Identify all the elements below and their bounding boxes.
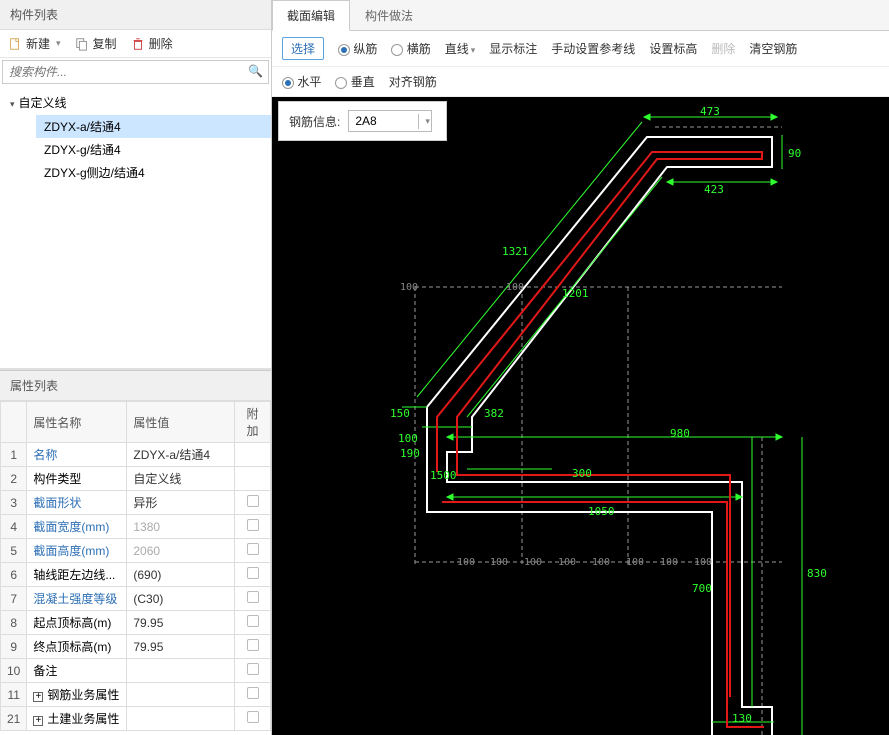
search-input[interactable] — [2, 60, 269, 84]
panel-title-props: 属性列表 — [0, 371, 271, 401]
dim-label: 1050 — [588, 505, 615, 518]
check-icon[interactable] — [247, 543, 259, 555]
property-row[interactable]: 6轴线距左边线...(690) — [1, 563, 271, 587]
panel-title-components: 构件列表 — [0, 0, 271, 30]
clear-rebar-button[interactable]: 清空钢筋 — [749, 40, 797, 57]
cad-drawing — [272, 97, 889, 735]
dim-label: 100 — [398, 432, 418, 445]
check-icon[interactable] — [247, 519, 259, 531]
check-icon[interactable] — [247, 639, 259, 651]
property-table: 属性名称 属性值 附加 1名称ZDYX-a/结通42构件类型自定义线3截面形状异… — [0, 401, 271, 731]
dim-label: 423 — [704, 183, 724, 196]
component-tree: 自定义线 ZDYX-a/结通4 ZDYX-g/结通4 ZDYX-g侧边/结通4 — [0, 86, 271, 188]
copy-button[interactable]: 复制 — [75, 35, 117, 52]
tab-section-edit[interactable]: 截面编辑 — [272, 0, 350, 31]
cad-canvas[interactable]: 钢筋信息: ▾ — [272, 97, 889, 735]
line-button[interactable]: 直线 — [445, 40, 476, 57]
dim-label: 700 — [692, 582, 712, 595]
copy-label: 复制 — [93, 35, 117, 52]
grid-label: 100 — [506, 282, 524, 293]
property-row[interactable]: 10备注 — [1, 659, 271, 683]
check-icon[interactable] — [247, 711, 259, 723]
new-doc-icon — [8, 37, 22, 51]
check-icon[interactable] — [247, 567, 259, 579]
labels-button[interactable]: 显示标注 — [489, 40, 537, 57]
delete-icon — [131, 37, 145, 51]
delete-rebar-button: 删除 — [711, 40, 735, 57]
dim-label: 1321 — [502, 245, 529, 258]
check-icon[interactable] — [247, 663, 259, 675]
grid-label: 100 — [400, 282, 418, 293]
grid-label: 100 — [592, 557, 610, 568]
grid-label: 100 — [490, 557, 508, 568]
property-row[interactable]: 8起点顶标高(m)79.95 — [1, 611, 271, 635]
dim-label: 150 — [390, 407, 410, 420]
check-icon[interactable] — [247, 591, 259, 603]
copy-icon — [75, 37, 89, 51]
property-row[interactable]: 7混凝土强度等级(C30) — [1, 587, 271, 611]
rebar-info-dropdown-icon[interactable]: ▾ — [418, 114, 436, 129]
check-icon[interactable] — [247, 687, 259, 699]
dim-label: 382 — [484, 407, 504, 420]
select-button[interactable]: 选择 — [282, 37, 324, 60]
grid-label: 100 — [694, 557, 712, 568]
dim-label: 130 — [732, 712, 752, 725]
dim-label: 1500 — [430, 469, 457, 482]
property-row[interactable]: 5截面高度(mm)2060 — [1, 539, 271, 563]
tree-item[interactable]: ZDYX-a/结通4 — [36, 115, 271, 138]
radio-hbar[interactable]: 横筋 — [391, 40, 430, 57]
col-extra: 附加 — [235, 402, 271, 443]
col-name: 属性名称 — [27, 402, 127, 443]
search-icon[interactable]: 🔍 — [248, 64, 263, 78]
dim-label: 190 — [400, 447, 420, 460]
tree-root[interactable]: 自定义线 — [0, 90, 271, 115]
set-height-button[interactable]: 设置标高 — [649, 40, 697, 57]
property-row[interactable]: 4截面宽度(mm)1380 — [1, 515, 271, 539]
dim-label: 1201 — [562, 287, 589, 300]
dim-label: 980 — [670, 427, 690, 440]
dim-label: 830 — [807, 567, 827, 580]
dim-label: 473 — [700, 105, 720, 118]
check-icon[interactable] — [247, 615, 259, 627]
property-row[interactable]: 21+土建业务属性 — [1, 707, 271, 731]
property-row[interactable]: 11+钢筋业务属性 — [1, 683, 271, 707]
radio-vert[interactable]: 垂直 — [335, 73, 374, 90]
align-rebar-button[interactable]: 对齐钢筋 — [389, 73, 437, 90]
dim-label: 300 — [572, 467, 592, 480]
tree-item[interactable]: ZDYX-g/结通4 — [36, 138, 271, 161]
delete-label: 删除 — [149, 35, 173, 52]
rebar-info-label: 钢筋信息: — [289, 113, 340, 130]
tree-item[interactable]: ZDYX-g侧边/结通4 — [36, 161, 271, 184]
col-value: 属性值 — [127, 402, 235, 443]
grid-label: 100 — [626, 557, 644, 568]
grid-label: 100 — [524, 557, 542, 568]
property-row[interactable]: 2构件类型自定义线 — [1, 467, 271, 491]
radio-horiz[interactable]: 水平 — [282, 73, 321, 90]
property-row[interactable]: 1名称ZDYX-a/结通4 — [1, 443, 271, 467]
grid-label: 100 — [558, 557, 576, 568]
property-row[interactable]: 9终点顶标高(m)79.95 — [1, 635, 271, 659]
property-row[interactable]: 3截面形状异形 — [1, 491, 271, 515]
check-icon[interactable] — [247, 495, 259, 507]
new-label: 新建 — [26, 35, 50, 52]
manual-ref-button[interactable]: 手动设置参考线 — [551, 40, 635, 57]
new-button[interactable]: 新建 — [8, 35, 61, 52]
grid-label: 100 — [660, 557, 678, 568]
radio-vbar[interactable]: 纵筋 — [338, 40, 377, 57]
tab-component-method[interactable]: 构件做法 — [350, 0, 428, 30]
grid-label: 100 — [457, 557, 475, 568]
delete-button[interactable]: 删除 — [131, 35, 173, 52]
dim-label: 90 — [788, 147, 801, 160]
